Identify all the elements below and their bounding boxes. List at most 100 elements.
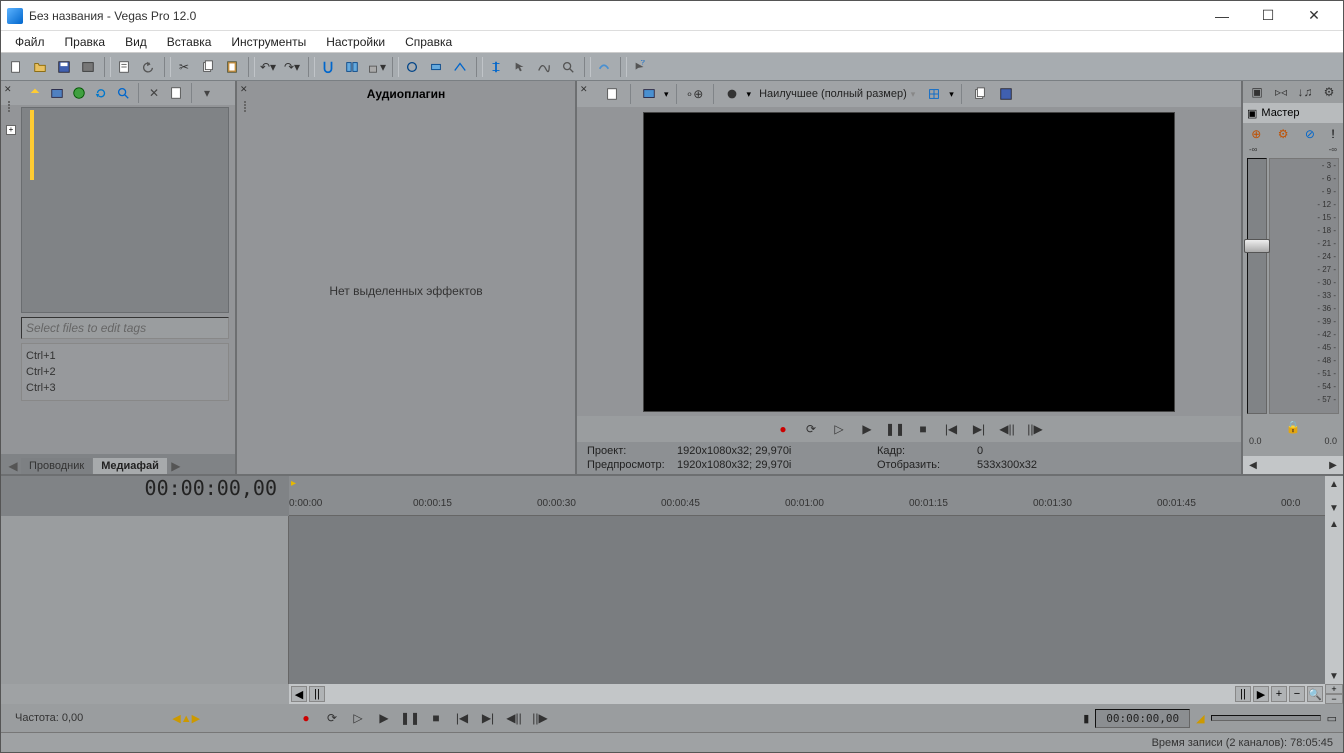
video-output-fx-icon[interactable]: ∘⊕ — [684, 83, 706, 105]
master-gear-icon[interactable]: ⚙ — [1278, 127, 1289, 141]
new-icon[interactable] — [5, 56, 27, 78]
minimize-button[interactable]: — — [1199, 1, 1245, 31]
rate-slider[interactable]: ◀▲▶ — [91, 712, 281, 724]
tracks-vscroll[interactable]: ▲ ▼ — [1325, 516, 1343, 684]
cut-icon[interactable]: ✂ — [173, 56, 195, 78]
master-fader[interactable] — [1247, 158, 1267, 414]
search-icon[interactable] — [113, 83, 133, 103]
play-start-icon[interactable]: ▷ — [828, 418, 850, 440]
preview-quality-dropdown[interactable]: Наилучшее (полный размер) ▾ — [755, 88, 919, 100]
normal-edit-icon[interactable] — [425, 56, 447, 78]
menu-help[interactable]: Справка — [395, 33, 462, 51]
menu-insert[interactable]: Вставка — [157, 33, 222, 51]
record-icon[interactable]: ● — [772, 418, 794, 440]
save-snapshot-icon[interactable] — [995, 83, 1017, 105]
tab-explorer[interactable]: Проводник — [21, 458, 92, 474]
props-icon[interactable] — [166, 83, 186, 103]
vscroll-dn-icon[interactable]: ▼ — [1326, 500, 1342, 516]
properties-icon[interactable] — [113, 56, 135, 78]
remove-icon[interactable]: ✕ — [144, 83, 164, 103]
vscroll-up-icon[interactable]: ▲ — [1326, 476, 1342, 492]
open-icon[interactable] — [29, 56, 51, 78]
envelope-tool-icon[interactable] — [533, 56, 555, 78]
refresh-icon[interactable] — [91, 83, 111, 103]
zoom-fit-icon[interactable]: 🔍 — [1307, 686, 1323, 702]
render-icon[interactable] — [77, 56, 99, 78]
menu-view[interactable]: Вид — [115, 33, 157, 51]
redo-icon[interactable]: ↷▾ — [281, 56, 303, 78]
timeline-ruler[interactable]: ▸ 0:00:0000:00:1500:00:3000:00:4500:01:0… — [289, 476, 1325, 516]
play-icon[interactable]: ▶ — [856, 418, 878, 440]
copy-icon[interactable] — [197, 56, 219, 78]
menu-tools[interactable]: Инструменты — [221, 33, 316, 51]
paste-icon[interactable] — [221, 56, 243, 78]
tracks-dn-icon[interactable]: ▼ — [1326, 668, 1342, 684]
master-insert-fx-icon[interactable]: ⊕ — [1251, 127, 1261, 141]
master-dim-icon[interactable]: ▹◃ — [1273, 84, 1289, 100]
undo2-icon[interactable]: ↶▾ — [257, 56, 279, 78]
get-media-icon[interactable] — [69, 83, 89, 103]
loop-icon[interactable]: ⟳ — [800, 418, 822, 440]
tl-start-icon[interactable]: |◀ — [451, 707, 473, 729]
fit-icon[interactable]: ▭ — [1327, 712, 1337, 725]
interactive-tutorial-icon[interactable] — [593, 56, 615, 78]
overlays-icon[interactable] — [923, 83, 945, 105]
preview-screen[interactable] — [643, 112, 1175, 412]
import-icon[interactable] — [25, 83, 45, 103]
scroll-right-icon[interactable]: ▶ — [1325, 457, 1341, 473]
hscroll-left-icon[interactable]: ◀ — [291, 686, 307, 702]
marker-tool-icon[interactable]: ▮ — [1083, 712, 1089, 725]
ignore-event-icon[interactable] — [401, 56, 423, 78]
lock-icon[interactable]: 🔒 — [1286, 420, 1301, 434]
tab-next-icon[interactable]: ▶ — [168, 458, 184, 474]
next-frame-icon[interactable]: ||▶ — [1024, 418, 1046, 440]
preview-props-icon[interactable] — [601, 83, 623, 105]
tl-play-start-icon[interactable]: ▷ — [347, 707, 369, 729]
lock-env-icon[interactable]: ▾ — [365, 56, 387, 78]
menu-file[interactable]: Файл — [5, 33, 55, 51]
maximize-button[interactable]: ☐ — [1245, 1, 1291, 31]
master-downmix-icon[interactable]: ↓♫ — [1297, 84, 1313, 100]
tl-next-frame-icon[interactable]: ||▶ — [529, 707, 551, 729]
master-hscroll[interactable]: ◀ ▶ — [1243, 456, 1343, 474]
undo-icon[interactable] — [137, 56, 159, 78]
tl-prev-frame-icon[interactable]: ◀|| — [503, 707, 525, 729]
tl-play-icon[interactable]: ▶ — [373, 707, 395, 729]
fx-panel-close-icon[interactable]: ✕ — [240, 84, 248, 95]
dropdown-icon[interactable]: ▾ — [197, 83, 217, 103]
tl-record-icon[interactable]: ● — [295, 707, 317, 729]
tl-loop-icon[interactable]: ⟳ — [321, 707, 343, 729]
master-mute-icon[interactable]: ⊘ — [1305, 127, 1315, 141]
timeline-hscroll[interactable]: ◀ || || ▶ + − 🔍 — [289, 684, 1325, 704]
master-settings-icon[interactable]: ⚙ — [1321, 84, 1337, 100]
hscroll-handle[interactable]: || — [309, 686, 325, 702]
master-solo-icon[interactable]: ! — [1331, 127, 1334, 141]
copy-snapshot-icon[interactable] — [969, 83, 991, 105]
snap-icon[interactable] — [317, 56, 339, 78]
zoom-in-v-icon[interactable]: + — [1325, 684, 1343, 694]
tab-prev-icon[interactable]: ◀ — [5, 458, 21, 474]
zoom-out-v-icon[interactable]: − — [1325, 694, 1343, 704]
tab-mediafiles[interactable]: Медиафай — [93, 458, 167, 474]
scroll-left-icon[interactable]: ◀ — [1245, 457, 1261, 473]
media-tree[interactable] — [21, 107, 229, 313]
zoom-out-h-icon[interactable]: − — [1289, 686, 1305, 702]
fader-knob[interactable] — [1244, 239, 1270, 253]
timeline-timecode[interactable]: 00:00:00,00 — [1, 476, 289, 500]
auto-ripple-icon[interactable] — [341, 56, 363, 78]
tags-field[interactable]: Select files to edit tags — [21, 317, 229, 339]
stop-icon[interactable]: ■ — [912, 418, 934, 440]
edit-tool-icon[interactable] — [485, 56, 507, 78]
prev-frame-icon[interactable]: ◀|| — [996, 418, 1018, 440]
hscroll-right-icon[interactable]: ▶ — [1253, 686, 1269, 702]
hscroll-handle2[interactable]: || — [1235, 686, 1251, 702]
menu-edit[interactable]: Правка — [55, 33, 116, 51]
preview-close-icon[interactable]: ✕ — [580, 84, 588, 95]
panel-close-icon[interactable]: ✕ — [4, 84, 12, 95]
save-icon[interactable] — [53, 56, 75, 78]
expand-icon[interactable]: + — [6, 125, 16, 135]
transport-timecode[interactable]: 00:00:00,00 — [1095, 709, 1190, 728]
track-lanes[interactable] — [289, 516, 1325, 684]
external-monitor-icon[interactable] — [638, 83, 660, 105]
crossfade-icon[interactable] — [449, 56, 471, 78]
